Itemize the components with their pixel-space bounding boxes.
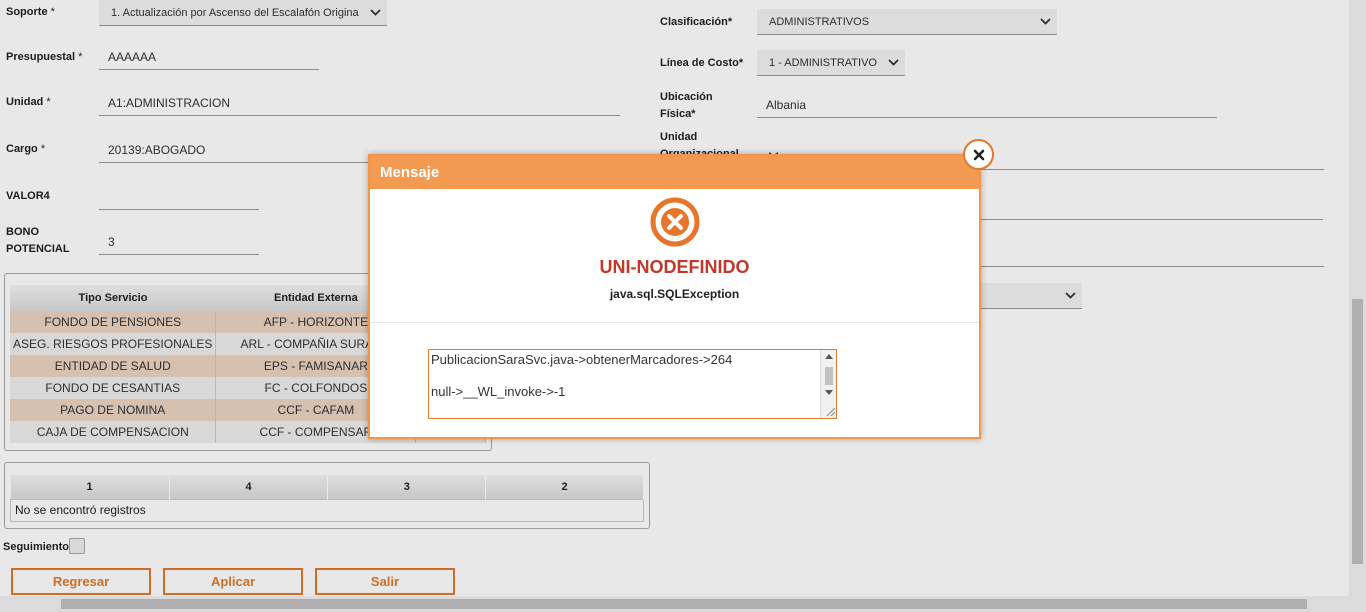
- error-icon: [650, 197, 700, 250]
- error-code: UNI-NODEFINIDO: [599, 257, 750, 277]
- dialog-title: Mensaje: [370, 156, 979, 189]
- message-dialog: Mensaje UNI-NODEFINIDO java.sql.SQLExcep…: [368, 154, 981, 439]
- close-icon[interactable]: [963, 139, 994, 170]
- dialog-divider: [370, 322, 979, 323]
- textarea-scrollbar[interactable]: [820, 350, 836, 418]
- trace-line: PublicacionSaraSvc.java->obtenerMarcador…: [431, 352, 733, 367]
- stack-trace-textarea[interactable]: PublicacionSaraSvc.java->obtenerMarcador…: [428, 349, 837, 419]
- trace-line: null->__WL_invoke->-1: [431, 384, 566, 399]
- exception-name: java.sql.SQLException: [609, 287, 740, 301]
